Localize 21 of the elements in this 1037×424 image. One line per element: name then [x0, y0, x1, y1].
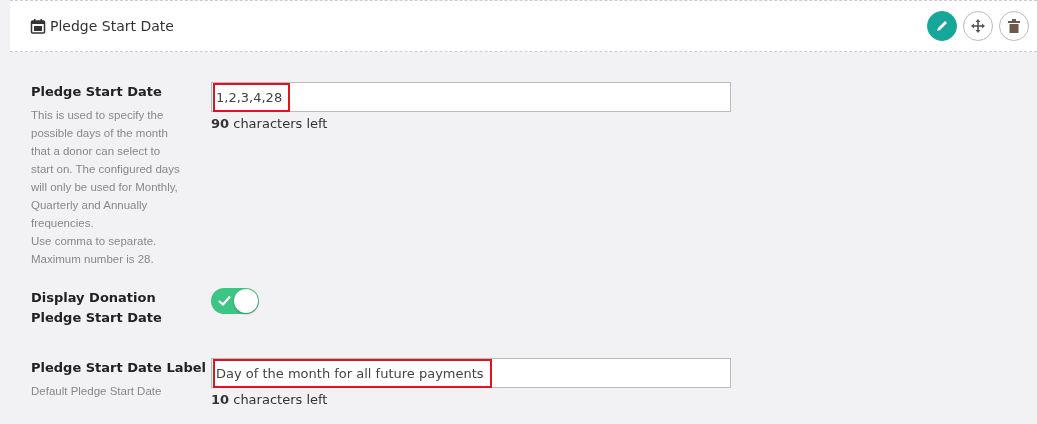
move-button[interactable] [963, 11, 993, 41]
field-label: Pledge Start Date [31, 83, 163, 101]
character-count: 10 characters left [211, 392, 329, 407]
move-icon [971, 19, 985, 33]
calendar-icon [30, 18, 46, 34]
toggle-switch[interactable] [211, 288, 259, 314]
field-label: Display Donation Pledge Start Date [31, 289, 163, 327]
check-icon [218, 295, 231, 306]
input-field[interactable]: Day of the month for all future payments [211, 358, 731, 388]
pencil-icon [935, 19, 949, 33]
field-label: Pledge Start Date Label [31, 359, 207, 377]
field-description: Maximum number is 28. [31, 252, 155, 267]
field-description: This is used to specify the possible days of the month that a donor can select to start on. The configured days will only be used for Monthly, Quarterly and Annually frequencies. [31, 108, 181, 231]
character-count: 90 characters left [211, 116, 329, 131]
edit-button[interactable] [927, 11, 957, 41]
field-description: Default Pledge Start Date [31, 384, 163, 399]
field-description: Use comma to separate. [31, 234, 158, 249]
input-field[interactable]: 1,2,3,4,28 [211, 82, 731, 112]
delete-button[interactable] [999, 11, 1029, 41]
trash-icon [1008, 19, 1020, 33]
section-title: Pledge Start Date [50, 18, 174, 34]
